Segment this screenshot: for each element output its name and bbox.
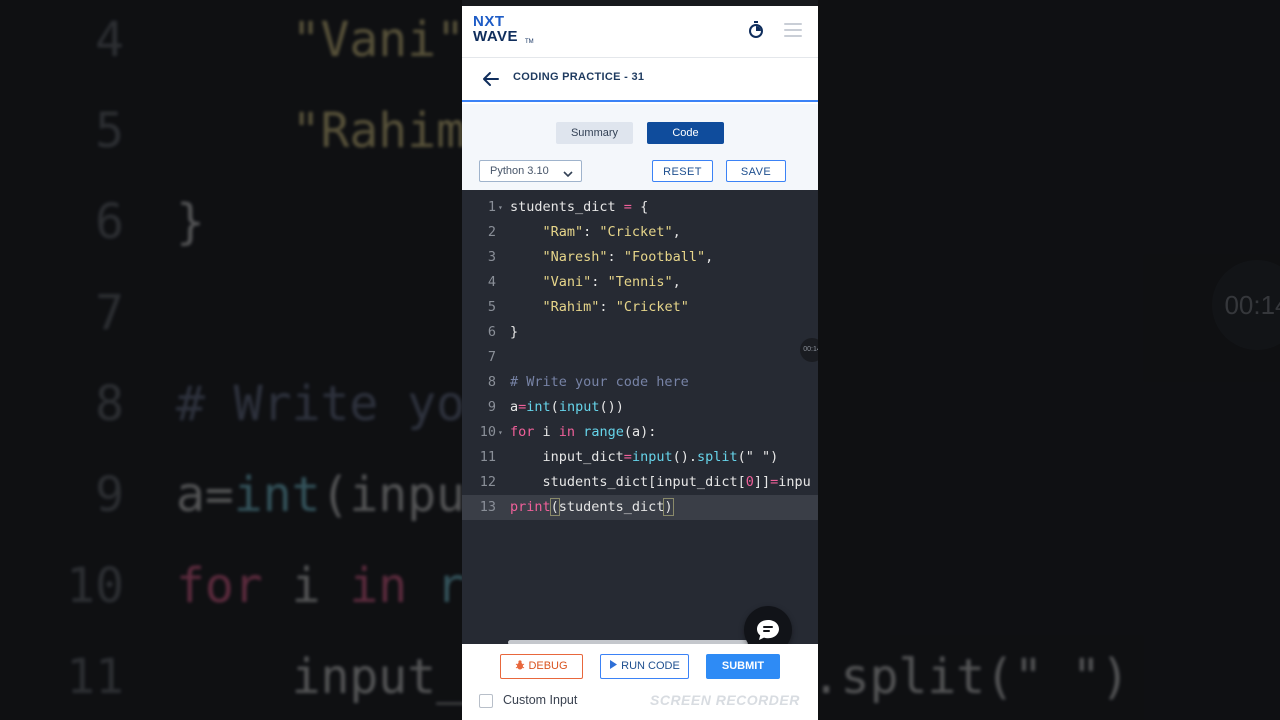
debug-label: DEBUG (528, 660, 568, 672)
line-number: 11 (479, 449, 496, 465)
code-text: "Naresh": "Football", (542, 249, 714, 265)
logo-line-2: WAVE (473, 28, 519, 45)
code-text: "Ram": "Cricket", (542, 224, 681, 240)
line-number: 8 (487, 374, 496, 390)
line-number: 3 (487, 249, 496, 265)
line-number: 10 (479, 424, 496, 440)
stopwatch-icon[interactable] (748, 21, 764, 39)
phone-screen: NXT WAVE TM CODING PRACTICE - 31 Summary… (462, 6, 818, 720)
top-navbar: NXT WAVE TM (462, 6, 818, 58)
line-number: 12 (479, 474, 496, 490)
page-header: CODING PRACTICE - 31 (462, 58, 818, 102)
debug-button[interactable]: DEBUG (500, 654, 583, 679)
code-text: "Rahim": "Cricket" (542, 299, 689, 315)
floating-timer[interactable]: 00:14 (800, 338, 818, 362)
line-number: 4 (487, 274, 496, 290)
custom-input-checkbox[interactable] (479, 694, 493, 708)
code-text: students_dict = { (510, 199, 649, 215)
line-number: 2 (487, 224, 496, 240)
line-number: 13 (479, 499, 496, 515)
code-line[interactable]: 7 (462, 345, 818, 370)
tab-summary[interactable]: Summary (556, 122, 633, 144)
code-text: students_dict[input_dict[0]]=inpu (510, 474, 811, 490)
line-number: 9 (487, 399, 496, 415)
code-text: } (510, 324, 519, 340)
language-select-value: Python 3.10 (490, 165, 549, 177)
screen-recorder-watermark: SCREEN RECORDER (650, 692, 800, 708)
code-line[interactable]: 5 "Rahim": "Cricket" (462, 295, 818, 320)
arrow-left-icon[interactable] (482, 71, 500, 87)
nxtwave-logo[interactable]: NXT WAVE TM (473, 13, 534, 48)
run-code-button[interactable]: RUN CODE (600, 654, 689, 679)
code-text: "Vani": "Tennis", (542, 274, 681, 290)
code-line[interactable]: 2 "Ram": "Cricket", (462, 220, 818, 245)
code-text: input_dict=input().split(" ") (510, 449, 779, 465)
code-line[interactable]: 1 ▾ students_dict = { (462, 195, 818, 220)
code-editor[interactable]: 1 ▾ students_dict = {2 "Ram": "Cricket", 3 … (462, 190, 818, 650)
line-number: 7 (487, 349, 496, 365)
custom-input-label[interactable]: Custom Input (503, 693, 577, 707)
code-line[interactable]: 12 students_dict[input_dict[0]]=inpu (462, 470, 818, 495)
code-line[interactable]: 6} (462, 320, 818, 345)
fold-arrow-icon[interactable]: ▾ (498, 420, 503, 445)
chevron-down-icon (563, 166, 573, 178)
line-number: 5 (487, 299, 496, 315)
action-bar: DEBUG RUN CODE SUBMIT Custom Input SCREE… (462, 644, 818, 720)
fold-arrow-icon[interactable]: ▾ (498, 195, 503, 220)
submit-button[interactable]: SUBMIT (706, 654, 780, 679)
code-line[interactable]: 10 ▾ for i in range(a): (462, 420, 818, 445)
language-select[interactable]: Python 3.10 (479, 160, 582, 182)
code-text: for i in range(a): (510, 424, 657, 440)
code-line[interactable]: 13 print(students_dict) (462, 495, 818, 520)
editor-toolbar: Summary Code Python 3.10 RESET SAVE (462, 104, 818, 190)
line-number: 1 (487, 199, 496, 215)
background-shade-left (0, 0, 462, 720)
play-icon (610, 660, 618, 669)
line-number: 6 (487, 324, 496, 340)
code-text: # Write your code here (510, 374, 689, 390)
code-line[interactable]: 4 "Vani": "Tennis", (462, 270, 818, 295)
logo-line-1: NXT (473, 13, 505, 30)
reset-button[interactable]: RESET (652, 160, 713, 182)
run-code-label: RUN CODE (621, 660, 680, 672)
save-button[interactable]: SAVE (726, 160, 786, 182)
hamburger-menu-icon[interactable] (784, 23, 802, 37)
code-text: print(students_dict) (510, 498, 674, 516)
logo-trademark: TM (525, 39, 534, 45)
background-shade-right (818, 0, 1280, 720)
page-title: CODING PRACTICE - 31 (513, 71, 645, 83)
code-line[interactable]: 11 input_dict=input().split(" ") (462, 445, 818, 470)
code-text: a=int(input()) (510, 399, 624, 415)
code-line[interactable]: 8 # Write your code here (462, 370, 818, 395)
code-line[interactable]: 3 "Naresh": "Football", (462, 245, 818, 270)
tab-code[interactable]: Code (647, 122, 724, 144)
bug-icon (516, 660, 525, 670)
code-line[interactable]: 9 a=int(input()) (462, 395, 818, 420)
